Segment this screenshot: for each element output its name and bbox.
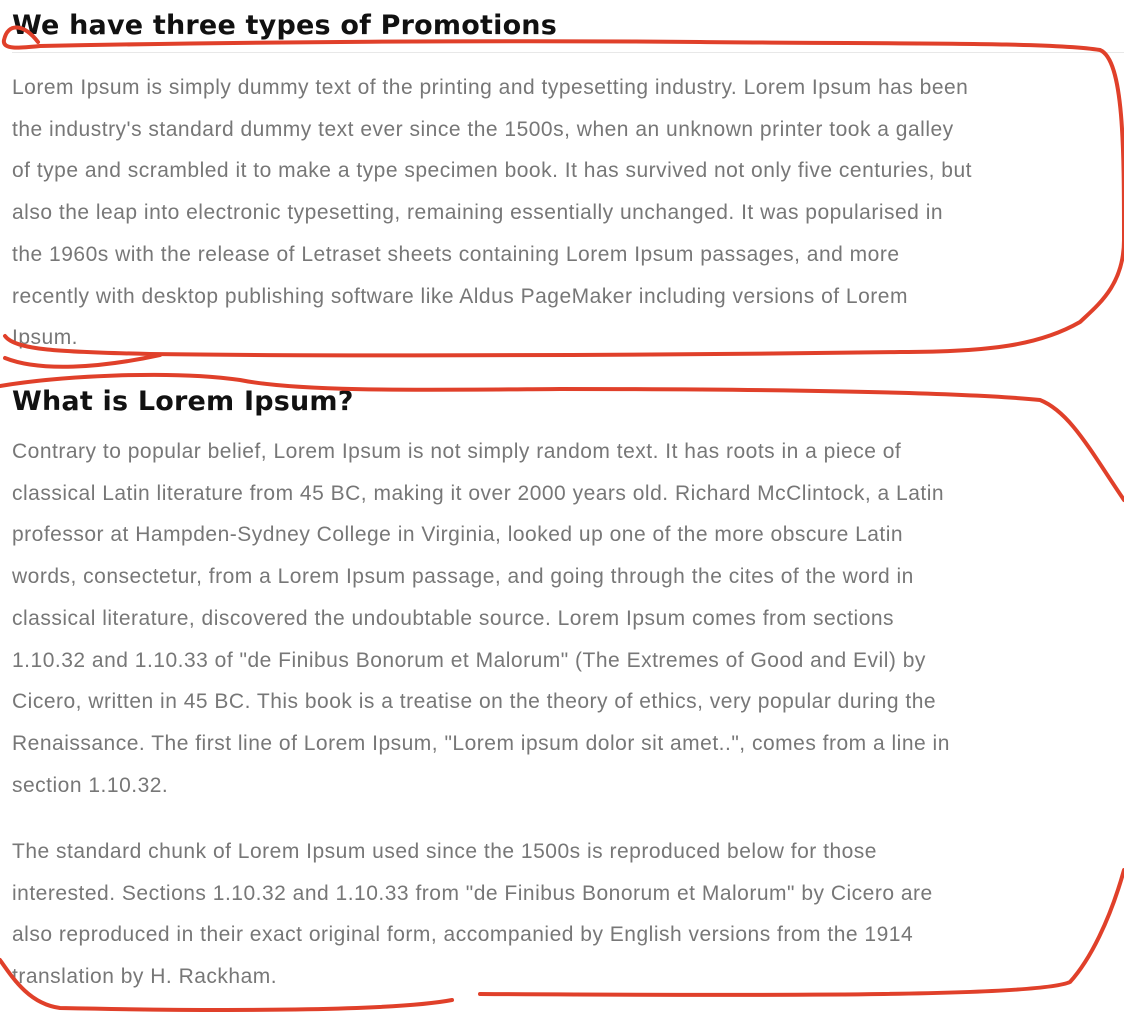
paragraph-line: Lorem Ipsum is simply dummy text of the … [12, 76, 969, 99]
paragraph-line: also reproduced in their exact original … [12, 923, 914, 947]
paragraph-line: 1.10.32 and 1.10.33 of "de Finibus Bonor… [12, 648, 926, 672]
promotions-heading: We have three types of Promotions [12, 10, 558, 41]
paragraph-line: The standard chunk of Lorem Ipsum used s… [12, 840, 877, 863]
paragraph-line: recently with desktop publishing softwar… [12, 284, 908, 308]
paragraph-line: words, consectetur, from a Lorem Ipsum p… [12, 565, 914, 589]
lorem-paragraph-1: Contrary to popular belief, Lorem Ipsum … [12, 431, 950, 806]
paragraph-line: Ipsum. [12, 326, 79, 350]
paragraph-line: the 1960s with the release of Letraset s… [12, 242, 900, 266]
paragraph-line: section 1.10.32. [12, 773, 169, 797]
paragraph-line: professor at Hampden-Sydney College in V… [12, 523, 904, 547]
paragraph-line: Cicero, written in 45 BC. This book is a… [12, 690, 937, 714]
lorem-ipsum-heading: What is Lorem Ipsum? [12, 386, 354, 417]
promotions-paragraph: Lorem Ipsum is simply dummy text of the … [12, 67, 972, 359]
paragraph-line: Renaissance. The first line of Lorem Ips… [12, 731, 950, 755]
paragraph-line: of type and scrambled it to make a type … [12, 159, 972, 183]
paragraph-line: classical Latin literature from 45 BC, m… [12, 481, 945, 505]
lorem-paragraph-2: The standard chunk of Lorem Ipsum used s… [12, 831, 933, 998]
paragraph-line: the industry's standard dummy text ever … [12, 117, 954, 141]
paragraph-line: translation by H. Rackham. [12, 965, 278, 989]
paragraph-line: Contrary to popular belief, Lorem Ipsum … [12, 440, 902, 463]
paragraph-line: also the leap into electronic typesettin… [12, 201, 944, 225]
heading-divider [12, 52, 1124, 53]
paragraph-line: interested. Sections 1.10.32 and 1.10.33… [12, 881, 933, 905]
paragraph-line: classical literature, discovered the und… [12, 606, 895, 630]
